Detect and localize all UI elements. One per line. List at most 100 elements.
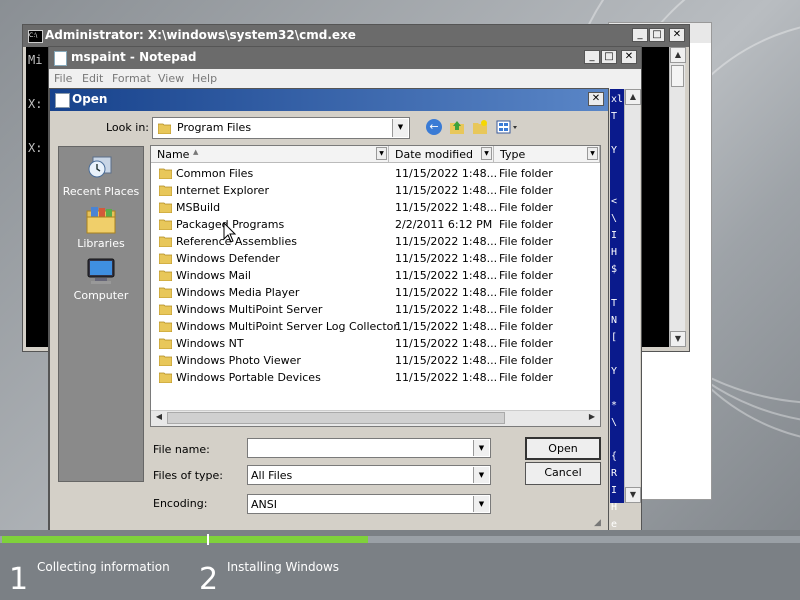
cmd-titlebar[interactable]: C:\ Administrator: X:\windows\system32\c… [23,25,689,47]
chevron-down-icon[interactable]: ▼ [376,147,387,160]
file-date: 11/15/2022 1:48... [395,184,498,197]
file-date: 11/15/2022 1:48... [395,167,498,180]
file-date: 11/15/2022 1:48... [395,337,498,350]
column-header-date-modified[interactable]: Date modified ▼ [389,146,494,163]
notepad-text-char [611,159,623,176]
cmd-scroll-thumb[interactable] [671,65,684,87]
file-row[interactable]: Windows Media Player 11/15/2022 1:48... Fi… [151,284,600,301]
horizontal-scroll-thumb[interactable] [167,412,505,424]
open-button[interactable]: Open [525,437,601,460]
notepad-text-char: N [611,315,618,326]
menu-view[interactable]: View [158,72,184,85]
place-computer[interactable]: Computer [59,257,143,302]
encoding-select[interactable]: ANSI ▼ [247,494,491,514]
folder-icon [159,219,172,230]
cmd-title: Administrator: X:\windows\system32\cmd.e… [45,28,356,42]
chevron-down-icon[interactable]: ▼ [473,467,489,483]
notepad-text-char [611,346,623,363]
new-folder-icon[interactable] [472,119,488,135]
notepad-close-button[interactable]: ✕ [621,50,637,64]
notepad-maximize-button[interactable]: □ [601,50,617,64]
file-row[interactable]: Windows MultiPoint Server Log Collector 1… [151,318,600,335]
folder-icon [159,270,172,281]
libraries-icon [85,205,117,235]
chevron-down-icon[interactable]: ▼ [473,440,489,456]
notepad-text-char: * [611,400,618,411]
column-header-type[interactable]: Type ▼ [494,146,600,163]
open-dialog-close-button[interactable]: ✕ [588,92,604,106]
back-arrow-icon[interactable]: ← [426,119,442,135]
file-date: 11/15/2022 1:48... [395,269,498,282]
place-label: Computer [73,289,129,302]
notepad-scrollbar[interactable]: ▲ ▼ [624,89,641,503]
place-libraries[interactable]: Libraries [59,205,143,250]
folder-icon [159,338,172,349]
file-date: 11/15/2022 1:48... [395,371,498,384]
file-list[interactable]: Name ▲ ▼ Date modified ▼ Type ▼ Common F… [150,145,601,427]
chevron-down-icon[interactable]: ▼ [392,119,408,137]
files-of-type-select[interactable]: All Files ▼ [247,465,491,485]
cancel-button[interactable]: Cancel [525,462,601,485]
cmd-close-button[interactable]: ✕ [669,28,685,42]
file-row[interactable]: Internet Explorer 11/15/2022 1:48... File … [151,182,600,199]
notepad-text-char: { [611,451,618,462]
notepad-scroll-up-icon[interactable]: ▲ [625,89,641,105]
notepad-scroll-down-icon[interactable]: ▼ [625,487,641,503]
notepad-text-char: \ [611,213,618,224]
file-row[interactable]: Windows Mail 11/15/2022 1:48... File folde… [151,267,600,284]
file-list-horizontal-scrollbar[interactable]: ◀ ▶ [151,410,600,426]
file-row[interactable]: Windows Defender 11/15/2022 1:48... File f… [151,250,600,267]
notepad-minimize-button[interactable]: _ [584,50,600,64]
file-row[interactable]: Reference Assemblies 11/15/2022 1:48... Fi… [151,233,600,250]
file-name: Internet Explorer [176,184,269,197]
file-type: File folder [499,286,553,299]
notepad-text-char: \ [611,417,618,428]
file-row[interactable]: MSBuild 11/15/2022 1:48... File folder [151,199,600,216]
menu-file[interactable]: File [54,72,72,85]
step-1-label: Collecting information [37,560,170,574]
chevron-down-icon[interactable]: ▼ [473,496,489,512]
place-recent-places[interactable]: Recent Places [59,153,143,198]
notepad-text-area[interactable]: xlTY<\IH$TN[Y*\{RIHeV [610,89,624,547]
cmd-maximize-button[interactable]: □ [649,28,665,42]
column-header-name[interactable]: Name ▲ ▼ [151,146,389,163]
file-name-label: File name: [153,443,210,456]
folder-icon [159,236,172,247]
file-name: Windows Defender [176,252,280,265]
look-in-value: Program Files [177,121,252,134]
cmd-line: Mi [28,53,43,67]
files-of-type-label: Files of type: [153,469,224,482]
chevron-down-icon[interactable]: ▼ [587,147,598,160]
folder-icon [159,321,172,332]
progress-step-1 [2,536,207,543]
step-2-label: Installing Windows [227,560,340,574]
file-row[interactable]: Common Files 11/15/2022 1:48... File folde… [151,165,600,182]
cmd-scrollbar[interactable]: ▲ ▼ [669,47,686,347]
cmd-minimize-button[interactable]: _ [632,28,648,42]
chevron-down-icon[interactable]: ▼ [481,147,492,160]
file-row[interactable]: Windows Portable Devices 11/15/2022 1:48.… [151,369,600,386]
file-type: File folder [499,320,553,333]
file-name: Windows Portable Devices [176,371,321,384]
menu-edit[interactable]: Edit [82,72,103,85]
menu-help[interactable]: Help [192,72,217,85]
file-row[interactable]: Windows NT 11/15/2022 1:48... File folder [151,335,600,352]
view-menu-icon[interactable] [496,119,520,135]
menu-format[interactable]: Format [112,72,151,85]
notepad-titlebar[interactable]: mspaint - Notepad _ □ ✕ [49,47,641,69]
cmd-scroll-up-icon[interactable]: ▲ [670,47,686,63]
up-folder-icon[interactable] [449,119,465,135]
file-type: File folder [499,303,553,316]
file-row[interactable]: Packaged Programs 2/2/2011 6:12 PM File fo… [151,216,600,233]
look-in-combobox[interactable]: Program Files ▼ [152,117,410,139]
file-name: MSBuild [176,201,221,214]
scroll-left-icon[interactable]: ◀ [151,410,167,426]
file-row[interactable]: Windows Photo Viewer 11/15/2022 1:48... Fi… [151,352,600,369]
resize-grip-icon[interactable]: ◢ [594,518,606,530]
notepad-text-content: xlTY<\IH$TN[Y*\{RIHeV [611,91,623,550]
file-row[interactable]: Windows MultiPoint Server 11/15/2022 1:48… [151,301,600,318]
scroll-right-icon[interactable]: ▶ [584,410,600,426]
cmd-scroll-down-icon[interactable]: ▼ [670,331,686,347]
file-name-input[interactable]: ▼ [247,438,491,458]
open-dialog-titlebar[interactable]: Open ✕ [50,89,608,111]
